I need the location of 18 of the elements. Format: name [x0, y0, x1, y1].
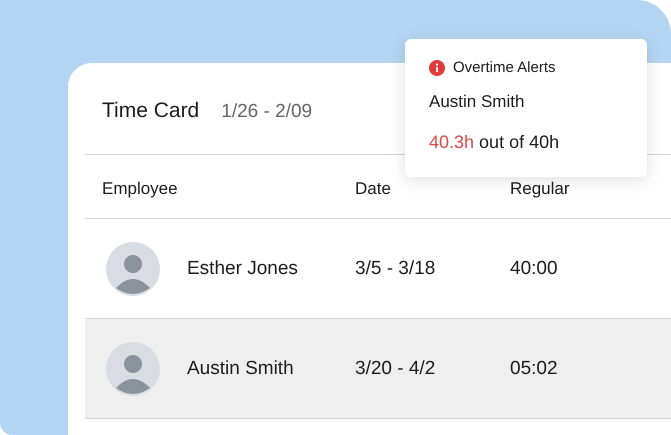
overtime-hours: 40.3h [429, 132, 474, 152]
avatar-icon [106, 242, 160, 296]
employee-name: Esther Jones [187, 258, 298, 280]
employee-name: Austin Smith [429, 92, 526, 112]
table-cell-text: 3/5 - 3/18 [355, 258, 436, 280]
column-header: Employee [101, 178, 179, 198]
date-range: 1/26 - 2/09 [221, 101, 312, 123]
column-header: Date [355, 178, 392, 198]
table-cell-text: 3/20 - 4/2 [355, 358, 436, 380]
avatar-icon [106, 342, 160, 396]
table-cell-text: 05:02 [510, 358, 559, 380]
column-header: Regular [510, 178, 571, 198]
hours-limit: out of 40h [478, 132, 560, 152]
info-icon [429, 60, 445, 76]
alert-title: Overtime Alerts [453, 59, 556, 76]
table-cell-text: 40:00 [510, 258, 559, 280]
card-title: Time Card [102, 99, 200, 123]
employee-name: Austin Smith [187, 358, 294, 380]
